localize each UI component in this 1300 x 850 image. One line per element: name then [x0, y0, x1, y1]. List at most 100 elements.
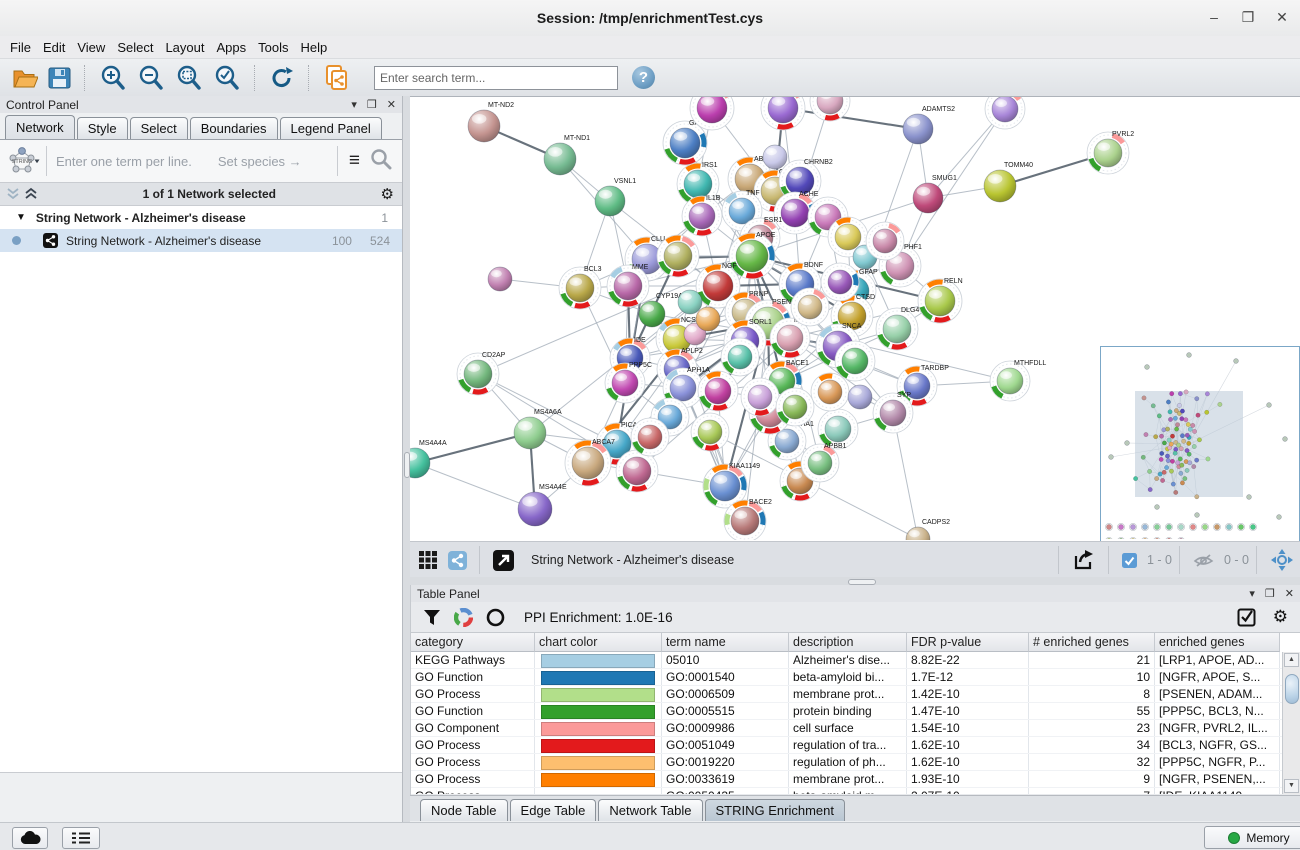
protein-node[interactable]: [763, 145, 787, 169]
table-row[interactable]: GO ProcessGO:0019220regulation of ph...1…: [411, 754, 1300, 771]
control-panel-close-icon[interactable]: ✕: [387, 98, 396, 111]
export-network-icon[interactable]: [1072, 548, 1096, 572]
protein-node[interactable]: [657, 235, 699, 277]
vertical-splitter[interactable]: [403, 96, 410, 822]
table-row[interactable]: GO ComponentGO:0009986cell surface1.54E-…: [411, 720, 1300, 737]
table-row[interactable]: KEGG Pathways05010Alzheimer's dise...8.8…: [411, 652, 1300, 669]
network-canvas[interactable]: MT-ND2MT-ND1VSNL1GAB2ADAMTS2PVRL2TOMM40S…: [410, 96, 1300, 541]
network-panel-gear-icon[interactable]: ⚙: [381, 185, 394, 203]
birds-eye-view[interactable]: [1100, 346, 1300, 541]
network-row[interactable]: String Network - Alzheimer's disease 100…: [0, 229, 402, 252]
menu-edit[interactable]: Edit: [43, 38, 74, 57]
table-row[interactable]: GO FunctionGO:0005515protein binding1.47…: [411, 703, 1300, 720]
string-view-icon[interactable]: [448, 551, 467, 570]
protein-node[interactable]: [761, 97, 805, 130]
menu-layout[interactable]: Layout: [165, 38, 213, 57]
clone-network-icon[interactable]: [323, 64, 351, 92]
protein-node[interactable]: MT-ND1: [544, 135, 590, 175]
protein-node[interactable]: [811, 373, 849, 411]
protein-node[interactable]: DLG4: [876, 307, 919, 350]
menu-file[interactable]: File: [10, 38, 40, 57]
filter-icon[interactable]: [423, 609, 441, 626]
expand-all-icon[interactable]: [6, 186, 20, 203]
column-header-description[interactable]: description: [789, 633, 907, 652]
column-header-enriched-genes[interactable]: enriched genes: [1155, 633, 1280, 652]
protein-node[interactable]: [821, 263, 859, 301]
tab-style[interactable]: Style: [77, 117, 128, 139]
column-header-category[interactable]: category: [411, 633, 535, 652]
set-species-hint[interactable]: Set species →: [218, 154, 302, 169]
protein-node[interactable]: [488, 267, 512, 291]
protein-node[interactable]: [848, 385, 872, 409]
protein-node[interactable]: ADAMTS2: [903, 106, 955, 144]
select-columns-icon[interactable]: [1237, 608, 1256, 627]
protein-node[interactable]: [678, 290, 702, 314]
zoom-in-icon[interactable]: [99, 64, 127, 92]
protein-node[interactable]: VSNL1: [595, 178, 636, 216]
table-vertical-scrollbar[interactable]: ▲▼: [1282, 652, 1300, 794]
control-panel-menu-icon[interactable]: ▾: [351, 98, 357, 111]
protein-node[interactable]: MS4A4A: [410, 440, 447, 478]
help-icon[interactable]: ?: [632, 66, 655, 89]
string-options-menu-icon[interactable]: ≡: [349, 150, 360, 172]
scroll-up-icon[interactable]: ▲: [1284, 653, 1299, 667]
remove-chart-icon[interactable]: [486, 608, 505, 627]
protein-node[interactable]: CD2AP: [457, 352, 506, 395]
protein-node[interactable]: [696, 307, 720, 331]
string-search-icon[interactable]: [370, 148, 392, 175]
tab-select[interactable]: Select: [130, 117, 188, 139]
menu-select[interactable]: Select: [117, 38, 162, 57]
close-button[interactable]: ✕: [1264, 0, 1300, 36]
protein-node[interactable]: MTHFDLL: [990, 360, 1046, 401]
scroll-down-icon[interactable]: ▼: [1284, 779, 1299, 793]
tab-legend-panel[interactable]: Legend Panel: [280, 117, 382, 139]
menu-tools[interactable]: Tools: [258, 38, 297, 57]
protein-node[interactable]: [691, 413, 729, 451]
tab-network[interactable]: Network: [5, 115, 75, 139]
birds-eye-toggle-icon[interactable]: [1270, 548, 1294, 572]
grid-view-icon[interactable]: [418, 550, 438, 570]
protein-node[interactable]: MS4A6A: [514, 409, 562, 449]
column-header-FDR-p-value[interactable]: FDR p-value: [907, 633, 1029, 652]
protein-node[interactable]: APBB1: [801, 443, 847, 482]
protein-node[interactable]: [835, 341, 875, 381]
protein-node[interactable]: [985, 97, 1025, 129]
string-protein-query-icon[interactable]: STRING: [6, 146, 40, 176]
horizontal-splitter[interactable]: [410, 577, 1300, 585]
string-query-placeholder[interactable]: Enter one term per line.: [56, 154, 192, 169]
detach-view-icon[interactable]: [493, 550, 514, 571]
table-panel-float-icon[interactable]: ❒: [1265, 587, 1275, 600]
protein-node[interactable]: MME: [607, 264, 649, 307]
menu-help[interactable]: Help: [301, 38, 337, 57]
protein-node[interactable]: [698, 371, 738, 411]
protein-node[interactable]: [776, 388, 814, 426]
menu-view[interactable]: View: [77, 38, 114, 57]
table-panel-close-icon[interactable]: ✕: [1285, 587, 1294, 600]
table-row[interactable]: GO ProcessGO:0050435beta-amyloid m...2.0…: [411, 788, 1300, 794]
tab-node-table[interactable]: Node Table: [420, 799, 508, 821]
zoom-selected-icon[interactable]: [213, 64, 241, 92]
table-settings-gear-icon[interactable]: ⚙: [1273, 607, 1288, 627]
protein-node[interactable]: TOMM40: [984, 162, 1033, 202]
zoom-fit-icon[interactable]: [175, 64, 203, 92]
protein-node[interactable]: BCL3: [559, 266, 602, 309]
menu-apps[interactable]: Apps: [217, 38, 256, 57]
minimize-button[interactable]: –: [1196, 0, 1232, 36]
table-row[interactable]: GO ProcessGO:0006509membrane prot...1.42…: [411, 686, 1300, 703]
refresh-icon[interactable]: [269, 65, 295, 91]
protein-node[interactable]: CADPS2: [906, 519, 950, 540]
protein-node[interactable]: [631, 418, 669, 456]
search-input[interactable]: [374, 66, 618, 90]
table-panel-menu-icon[interactable]: ▾: [1249, 587, 1255, 600]
chart-settings-icon[interactable]: [454, 608, 473, 627]
table-row[interactable]: GO ProcessGO:0033619membrane prot...1.93…: [411, 771, 1300, 788]
column-header-chart-color[interactable]: chart color: [535, 633, 662, 652]
table-row[interactable]: GO FunctionGO:0001540beta-amyloid bi...1…: [411, 669, 1300, 686]
tab-string-enrichment[interactable]: STRING Enrichment: [705, 799, 845, 821]
control-panel-float-icon[interactable]: ❒: [367, 98, 377, 111]
protein-node[interactable]: PPP5C: [605, 362, 652, 403]
table-row[interactable]: GO ProcessGO:0051049regulation of tra...…: [411, 737, 1300, 754]
collection-expand-icon[interactable]: ▼: [16, 212, 26, 223]
tab-boundaries[interactable]: Boundaries: [190, 117, 278, 139]
cloud-button[interactable]: [12, 827, 48, 849]
